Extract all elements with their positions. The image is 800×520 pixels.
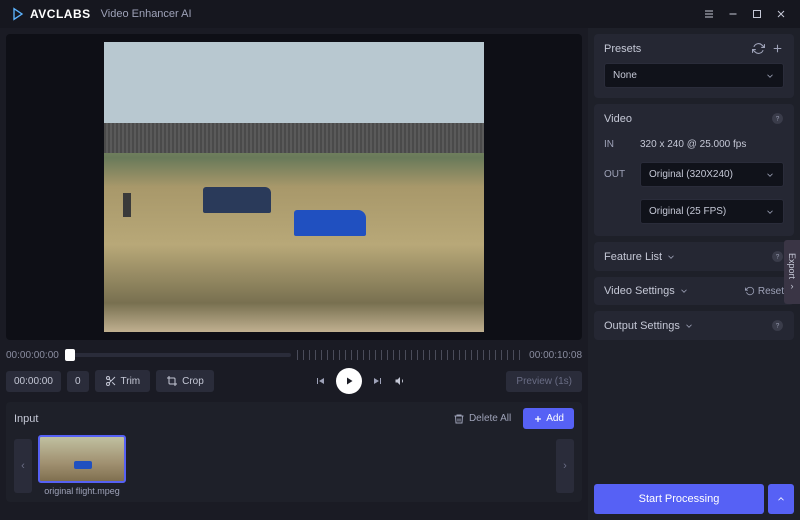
maximize-button[interactable] xyxy=(748,5,766,23)
output-settings-panel[interactable]: Output Settings ? xyxy=(594,311,794,340)
next-frame-button[interactable] xyxy=(372,375,384,387)
feature-list-panel[interactable]: Feature List ? xyxy=(594,242,794,271)
chevron-down-icon xyxy=(765,71,775,81)
video-out-label: OUT xyxy=(604,169,632,180)
maximize-icon xyxy=(751,8,763,20)
chevron-down-icon xyxy=(684,321,694,331)
presets-refresh-button[interactable] xyxy=(752,42,765,55)
output-help-button[interactable]: ? xyxy=(771,319,784,332)
presets-add-button[interactable] xyxy=(771,42,784,55)
delete-all-button[interactable]: Delete All xyxy=(447,409,517,429)
svg-text:?: ? xyxy=(776,116,780,123)
start-options-button[interactable] xyxy=(768,484,794,514)
chevron-down-icon xyxy=(679,286,689,296)
video-in-label: IN xyxy=(604,139,632,150)
timecode-display: 00:00:00 xyxy=(6,371,61,392)
play-icon xyxy=(343,375,355,387)
out-fps-select[interactable]: Original (25 FPS) xyxy=(640,199,784,224)
brand-name: AVCLABS xyxy=(30,7,91,21)
add-button[interactable]: Add xyxy=(523,408,574,429)
video-title: Video xyxy=(604,113,632,125)
trim-button[interactable]: Trim xyxy=(95,370,151,392)
video-help-button[interactable]: ? xyxy=(771,112,784,125)
input-file-name: original flight.mpeg xyxy=(44,486,120,496)
app-subtitle: Video Enhancer AI xyxy=(101,8,192,20)
chevron-down-icon xyxy=(765,170,775,180)
video-in-value: 320 x 240 @ 25.000 fps xyxy=(640,139,746,150)
crop-button[interactable]: Crop xyxy=(156,370,214,392)
scissors-icon xyxy=(105,375,117,387)
export-tab[interactable]: Export› xyxy=(784,240,800,304)
video-panel: Video ? IN 320 x 240 @ 25.000 fps OUT Or… xyxy=(594,104,794,236)
input-file-item[interactable]: original flight.mpeg xyxy=(38,435,126,496)
video-frame xyxy=(104,42,484,332)
start-processing-button[interactable]: Start Processing xyxy=(594,484,764,514)
input-label: Input xyxy=(14,413,38,425)
hamburger-icon xyxy=(703,8,715,20)
out-resolution-select[interactable]: Original (320X240) xyxy=(640,162,784,187)
input-section: Input Delete All Add ‹ original flight.m… xyxy=(6,402,582,502)
chevron-down-icon xyxy=(765,207,775,217)
reset-button[interactable]: Reset xyxy=(745,286,784,297)
trash-icon xyxy=(453,413,465,425)
crop-icon xyxy=(166,375,178,387)
menu-button[interactable] xyxy=(700,5,718,23)
presets-panel: Presets None xyxy=(594,34,794,98)
reset-icon xyxy=(745,286,755,296)
presets-select[interactable]: None xyxy=(604,63,784,88)
plus-icon xyxy=(533,414,543,424)
timeline-ticks xyxy=(297,350,523,360)
video-preview[interactable] xyxy=(6,34,582,340)
feature-help-button[interactable]: ? xyxy=(771,250,784,263)
play-button[interactable] xyxy=(336,368,362,394)
video-settings-panel[interactable]: Video Settings Reset xyxy=(594,277,794,305)
logo-icon xyxy=(10,6,26,22)
thumbs-prev[interactable]: ‹ xyxy=(14,439,32,493)
minimize-button[interactable] xyxy=(724,5,742,23)
frame-display: 0 xyxy=(67,371,89,392)
chevron-up-icon xyxy=(776,494,786,504)
thumbs-next[interactable]: › xyxy=(556,439,574,493)
chevron-down-icon xyxy=(666,252,676,262)
time-current: 00:00:00:00 xyxy=(6,350,59,361)
svg-text:?: ? xyxy=(776,323,780,330)
input-thumbnail xyxy=(38,435,126,483)
svg-text:?: ? xyxy=(776,254,780,261)
time-total: 00:00:10:08 xyxy=(529,350,582,361)
titlebar: AVCLABS Video Enhancer AI xyxy=(0,0,800,28)
volume-button[interactable] xyxy=(394,375,406,387)
close-icon xyxy=(775,8,787,20)
preview-button[interactable]: Preview (1s) xyxy=(506,371,582,392)
presets-title: Presets xyxy=(604,43,641,55)
app-logo: AVCLABS xyxy=(10,6,91,22)
close-button[interactable] xyxy=(772,5,790,23)
prev-frame-button[interactable] xyxy=(314,375,326,387)
timeline-scrubber[interactable] xyxy=(65,353,291,357)
minimize-icon xyxy=(727,8,739,20)
